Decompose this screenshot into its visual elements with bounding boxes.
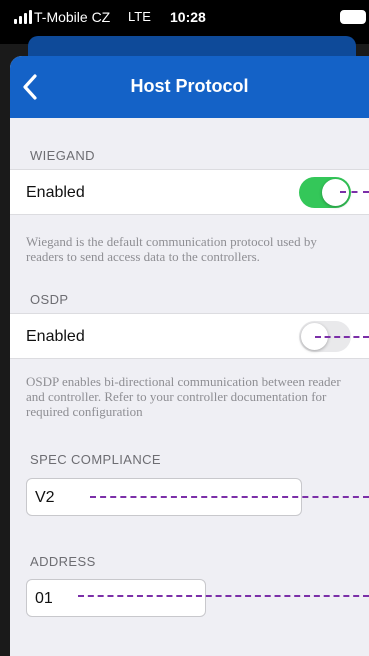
page-title: Host Protocol — [130, 76, 249, 96]
osdp-footer-text: OSDP enables bi-directional communicatio… — [26, 374, 341, 419]
annotation-dash-line — [340, 191, 369, 193]
battery-icon — [340, 10, 366, 24]
network-type: LTE — [128, 9, 151, 24]
osdp-enabled-label: Enabled — [26, 328, 85, 345]
address-field[interactable]: 01 — [26, 579, 206, 617]
annotation-dash-line — [78, 595, 369, 597]
wiegand-section-header: WIEGAND — [30, 148, 95, 163]
navigation-bar: Host Protocol — [10, 56, 369, 118]
wiegand-enabled-label: Enabled — [26, 184, 85, 201]
signal-icon — [14, 10, 32, 24]
osdp-enabled-row: Enabled — [10, 313, 369, 359]
carrier-name: T-Mobile CZ — [34, 9, 111, 25]
spec-compliance-value: V2 — [35, 489, 55, 506]
osdp-section-header: OSDP — [30, 292, 69, 307]
address-section-header: ADDRESS — [30, 554, 96, 569]
annotation-dash-line — [90, 496, 369, 498]
spec-compliance-section-header: SPEC COMPLIANCE — [30, 452, 161, 467]
host-protocol-panel: Host Protocol WIEGAND Enabled Wiegand is… — [10, 56, 369, 656]
wiegand-enabled-row: Enabled — [10, 169, 369, 215]
wiegand-footer-text: Wiegand is the default communication pro… — [26, 234, 317, 264]
address-value: 01 — [35, 590, 53, 607]
status-time: 10:28 — [170, 9, 206, 25]
annotation-dash-line — [315, 336, 369, 338]
